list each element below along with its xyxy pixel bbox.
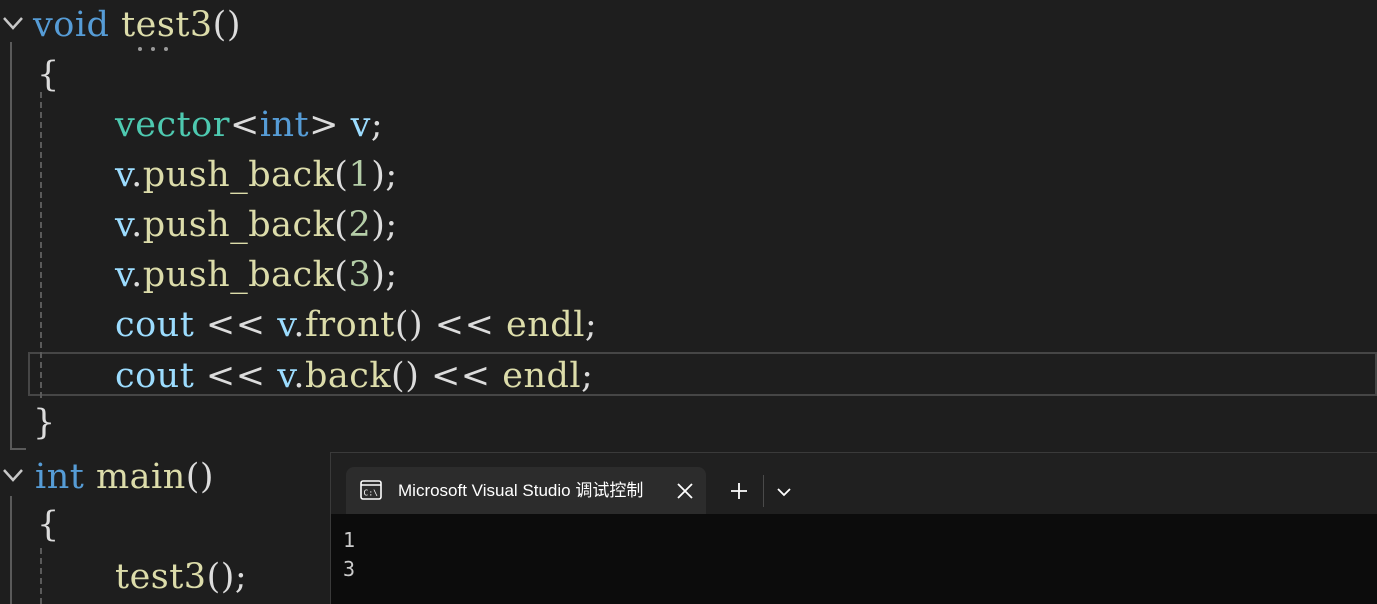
code-line[interactable]: v.push_back(2);: [115, 200, 398, 250]
code-token: ();: [206, 557, 248, 597]
code-token: .: [131, 205, 143, 245]
code-token: (: [334, 155, 349, 195]
debug-console-window[interactable]: C:\ Microsoft Visual Studio 调试控制台 1 3: [330, 452, 1377, 604]
close-icon[interactable]: [673, 479, 697, 503]
code-token: void: [33, 5, 110, 45]
code-token: 2: [348, 205, 372, 245]
code-token: {: [37, 55, 60, 95]
code-token: v: [277, 356, 294, 396]
indent-guide-test3: [40, 92, 42, 398]
code-token: test3: [115, 557, 207, 597]
code-token: ;: [581, 356, 594, 396]
code-token: {: [37, 505, 60, 545]
code-token: );: [371, 205, 398, 245]
terminal-tab-title: Microsoft Visual Studio 调试控制台: [398, 481, 644, 500]
code-line[interactable]: int main(): [35, 452, 214, 502]
code-token: <<: [194, 356, 278, 396]
code-token: v: [277, 305, 294, 345]
indent-guide-main: [40, 548, 42, 604]
terminal-titlebar[interactable]: C:\ Microsoft Visual Studio 调试控制台: [331, 453, 1377, 514]
code-token: (): [212, 5, 241, 45]
code-line[interactable]: test3();: [115, 552, 247, 602]
code-line[interactable]: }: [33, 398, 56, 448]
fold-chevron-down-icon[interactable]: [2, 464, 24, 486]
code-token: (: [334, 205, 349, 245]
code-token: push_back: [142, 155, 335, 195]
code-token: );: [371, 155, 398, 195]
fold-guide-end: [10, 448, 26, 450]
terminal-tab[interactable]: C:\ Microsoft Visual Studio 调试控制台: [346, 467, 706, 514]
terminal-output-line: 1: [343, 528, 356, 552]
terminal-output[interactable]: 1 3: [343, 526, 1363, 601]
code-token: (): [185, 457, 215, 497]
code-token: v: [115, 155, 132, 195]
code-line[interactable]: cout << v.front() << endl;: [115, 300, 597, 350]
code-token: <<: [194, 305, 278, 345]
code-token: push_back: [142, 255, 335, 295]
code-token: () <<: [394, 305, 507, 345]
code-token: vector: [115, 105, 230, 145]
code-token: int: [259, 105, 310, 145]
code-token: cout: [115, 356, 195, 396]
code-token: endl: [506, 305, 585, 345]
chevron-down-icon[interactable]: [774, 482, 794, 502]
code-token: v: [115, 205, 132, 245]
code-token: v: [115, 255, 132, 295]
code-token: (: [334, 255, 349, 295]
code-line[interactable]: v.push_back(3);: [115, 250, 398, 300]
code-token: ;: [584, 305, 598, 345]
code-token: >: [309, 105, 351, 145]
fold-chevron-down-icon[interactable]: [2, 12, 24, 34]
code-token: 1: [348, 155, 372, 195]
code-token: push_back: [142, 205, 335, 245]
plus-icon[interactable]: [727, 479, 751, 503]
code-token: test3: [121, 5, 213, 45]
code-token: back: [304, 356, 392, 396]
code-line[interactable]: v.push_back(1);: [115, 150, 398, 200]
code-token: v: [350, 105, 371, 145]
code-token: 3: [348, 255, 372, 295]
code-token: }: [33, 403, 56, 443]
code-token: int: [35, 457, 85, 497]
code-token: front: [304, 305, 395, 345]
code-token: ;: [370, 105, 384, 145]
code-line[interactable]: {: [37, 500, 60, 550]
code-token: .: [293, 305, 305, 345]
code-line[interactable]: void test3(): [33, 0, 241, 50]
code-line[interactable]: {: [37, 50, 60, 100]
fold-guide-main: [10, 496, 12, 604]
code-token: .: [131, 255, 143, 295]
code-token: .: [293, 356, 305, 396]
svg-text:C:\: C:\: [364, 489, 379, 498]
code-token: endl: [502, 356, 582, 396]
code-line[interactable]: vector<int> v;: [115, 100, 383, 150]
fold-guide-test3: [10, 42, 12, 450]
console-icon: C:\: [360, 480, 382, 500]
code-token: .: [131, 155, 143, 195]
terminal-output-line: 3: [343, 557, 356, 581]
code-token: );: [371, 255, 398, 295]
titlebar-divider: [763, 475, 764, 507]
code-token: <: [229, 105, 260, 145]
code-token: main: [95, 457, 186, 497]
code-token: () <<: [391, 356, 503, 396]
code-line[interactable]: cout << v.back() << endl;: [115, 351, 593, 401]
code-token: cout: [115, 305, 195, 345]
